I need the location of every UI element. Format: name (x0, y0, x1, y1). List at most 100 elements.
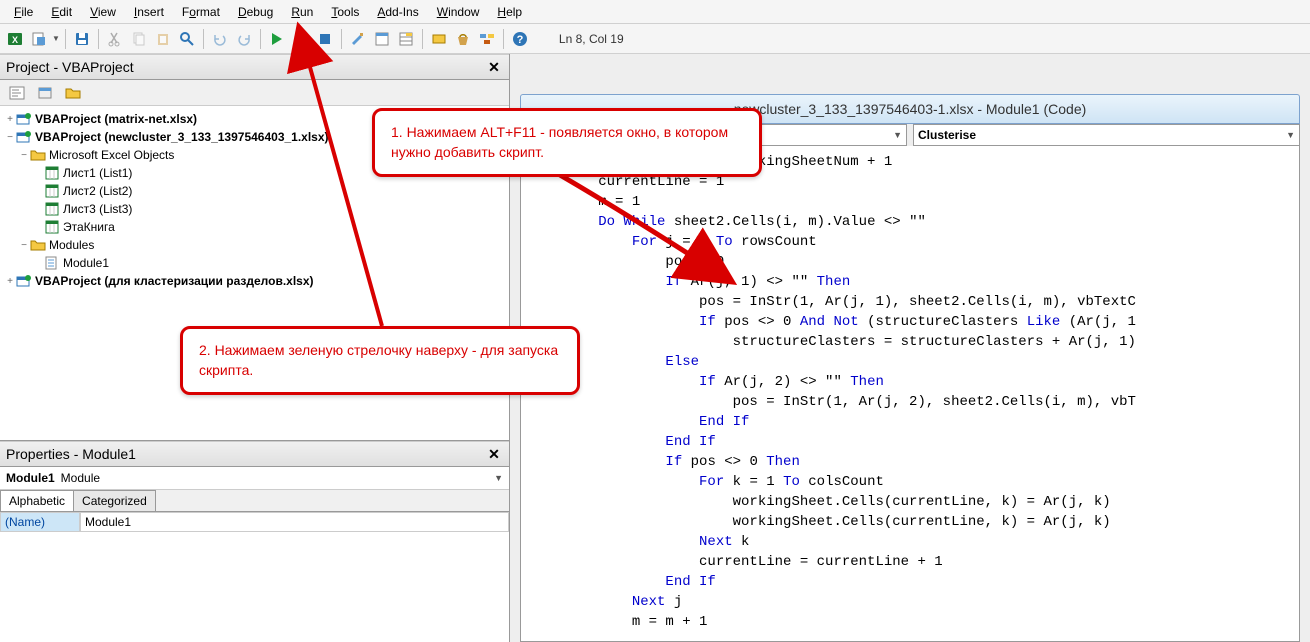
code-line[interactable]: End If (531, 572, 1289, 592)
prop-value[interactable]: Module1 (80, 512, 509, 532)
project-icon (16, 129, 32, 145)
menubar: File Edit View Insert Format Debug Run T… (0, 0, 1310, 24)
tree-item[interactable]: ЭтаКнига (4, 218, 505, 236)
menu-file[interactable]: File (6, 2, 41, 22)
code-line[interactable]: Else (531, 352, 1289, 372)
project-toolbar (0, 80, 509, 106)
object-selector[interactable]: Module1 Module ▼ (0, 467, 509, 490)
svg-text:X: X (12, 35, 18, 45)
tree-label[interactable]: Лист3 (List3) (63, 202, 132, 216)
menu-view[interactable]: View (82, 2, 124, 22)
view-code-icon[interactable] (6, 82, 28, 104)
close-icon[interactable]: ✕ (485, 58, 503, 76)
code-line[interactable]: If Ar(j, 2) <> "" Then (531, 372, 1289, 392)
tree-item[interactable]: Лист2 (List2) (4, 182, 505, 200)
code-line[interactable]: pos = 0 (531, 252, 1289, 272)
tree-label[interactable]: Лист2 (List2) (63, 184, 132, 198)
project-pane-title: Project - VBAProject ✕ (0, 54, 509, 80)
code-line[interactable]: Next j (531, 592, 1289, 612)
project-explorer-icon[interactable] (371, 28, 393, 50)
expand-toggle[interactable]: − (18, 150, 30, 161)
code-line[interactable]: m = 1 (531, 192, 1289, 212)
cut-icon[interactable] (104, 28, 126, 50)
stop-icon[interactable] (314, 28, 336, 50)
design-mode-icon[interactable] (347, 28, 369, 50)
code-line[interactable]: End If (531, 412, 1289, 432)
tab-order-icon[interactable] (476, 28, 498, 50)
code-editor[interactable]: etNum = workingSheetNum + 1 currentLine … (520, 146, 1300, 642)
toolbox-icon[interactable] (452, 28, 474, 50)
run-icon[interactable] (266, 28, 288, 50)
project-icon (16, 111, 32, 127)
worksheet-icon (44, 183, 60, 199)
tree-label[interactable]: Modules (49, 238, 94, 252)
menu-insert[interactable]: Insert (126, 2, 172, 22)
menu-debug[interactable]: Debug (230, 2, 281, 22)
code-line[interactable]: End If (531, 432, 1289, 452)
help-icon[interactable]: ? (509, 28, 531, 50)
worksheet-icon (44, 219, 60, 235)
tab-categorized[interactable]: Categorized (73, 490, 156, 511)
code-line[interactable]: currentLine = currentLine + 1 (531, 552, 1289, 572)
worksheet-icon (44, 165, 60, 181)
tree-label[interactable]: ЭтаКнига (63, 220, 115, 234)
tab-alphabetic[interactable]: Alphabetic (0, 490, 74, 511)
undo-icon[interactable] (209, 28, 231, 50)
folder-icon (30, 237, 46, 253)
properties-icon[interactable] (395, 28, 417, 50)
code-line[interactable]: workingSheet.Cells(currentLine, k) = Ar(… (531, 512, 1289, 532)
redo-icon[interactable] (233, 28, 255, 50)
folder-icon[interactable] (62, 82, 84, 104)
code-line[interactable]: For j = 1 To rowsCount (531, 232, 1289, 252)
tree-item[interactable]: + VBAProject (для кластеризации разделов.… (4, 272, 505, 290)
prop-key[interactable]: (Name) (0, 512, 80, 532)
code-line[interactable]: m = m + 1 (531, 612, 1289, 632)
code-line[interactable]: If Ar(j, 1) <> "" Then (531, 272, 1289, 292)
expand-toggle[interactable]: + (4, 276, 16, 287)
tree-item[interactable]: − Modules (4, 236, 505, 254)
menu-edit[interactable]: Edit (43, 2, 80, 22)
object-browser-icon[interactable] (428, 28, 450, 50)
tree-label[interactable]: Module1 (63, 256, 109, 270)
menu-addins[interactable]: Add-Ins (369, 2, 426, 22)
code-line[interactable]: workingSheet.Cells(currentLine, k) = Ar(… (531, 492, 1289, 512)
menu-format[interactable]: Format (174, 2, 228, 22)
code-line[interactable]: If pos <> 0 And Not (structureClasters L… (531, 312, 1289, 332)
menu-run[interactable]: Run (283, 2, 321, 22)
tree-item[interactable]: Лист3 (List3) (4, 200, 505, 218)
code-line[interactable]: pos = InStr(1, Ar(j, 2), sheet2.Cells(i,… (531, 392, 1289, 412)
save-icon[interactable] (71, 28, 93, 50)
code-line[interactable]: Do While sheet2.Cells(i, m).Value <> "" (531, 212, 1289, 232)
copy-icon[interactable] (128, 28, 150, 50)
tree-label[interactable]: VBAProject (matrix-net.xlsx) (35, 112, 197, 126)
menu-tools[interactable]: Tools (323, 2, 367, 22)
code-line[interactable]: For k = 1 To colsCount (531, 472, 1289, 492)
tree-label[interactable]: Лист1 (List1) (63, 166, 132, 180)
toolbar: X ▼ ? Ln 8, Col 19 (0, 24, 1310, 54)
find-icon[interactable] (176, 28, 198, 50)
code-line[interactable]: pos = InStr(1, Ar(j, 1), sheet2.Cells(i,… (531, 292, 1289, 312)
code-line[interactable]: If pos <> 0 Then (531, 452, 1289, 472)
expand-toggle[interactable]: − (4, 132, 16, 143)
expand-toggle[interactable]: + (4, 114, 16, 125)
tree-item[interactable]: Module1 (4, 254, 505, 272)
insert-module-icon[interactable] (28, 28, 50, 50)
annotation-2: 2. Нажимаем зеленую стрелочку наверху - … (180, 326, 580, 395)
menu-window[interactable]: Window (429, 2, 488, 22)
excel-icon[interactable]: X (4, 28, 26, 50)
procedure-dropdown[interactable]: Clusterise (913, 124, 1300, 146)
view-object-icon[interactable] (34, 82, 56, 104)
code-line[interactable]: Next k (531, 532, 1289, 552)
tree-label[interactable]: VBAProject (newcluster_3_133_1397546403_… (35, 130, 329, 144)
close-icon[interactable]: ✕ (485, 445, 503, 463)
cursor-position: Ln 8, Col 19 (559, 32, 624, 46)
annotation-1: 1. Нажимаем ALT+F11 - появляется окно, в… (372, 108, 762, 177)
tree-label[interactable]: VBAProject (для кластеризации разделов.x… (35, 274, 314, 288)
code-line[interactable]: structureClasters = structureClasters + … (531, 332, 1289, 352)
paste-icon[interactable] (152, 28, 174, 50)
folder-icon (30, 147, 46, 163)
pause-icon[interactable] (290, 28, 312, 50)
tree-label[interactable]: Microsoft Excel Objects (49, 148, 174, 162)
menu-help[interactable]: Help (489, 2, 530, 22)
expand-toggle[interactable]: − (18, 240, 30, 251)
